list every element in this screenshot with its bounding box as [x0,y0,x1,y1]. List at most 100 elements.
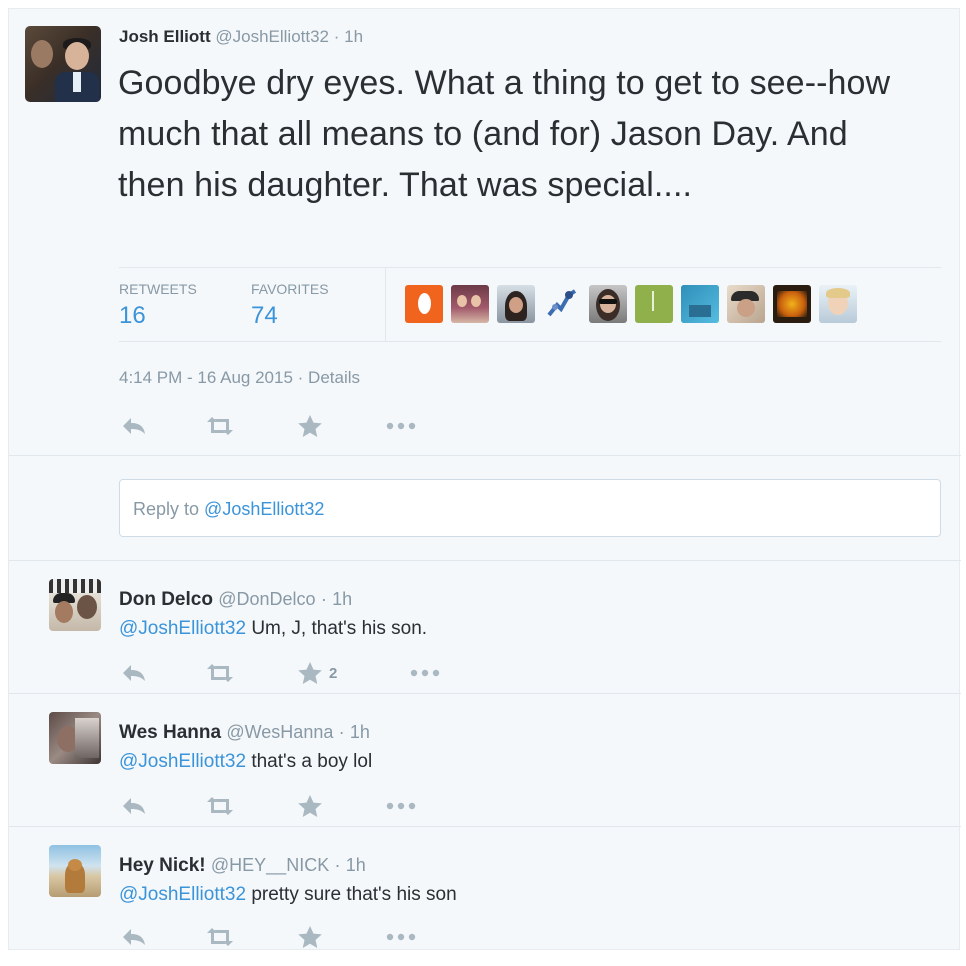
details-link[interactable]: Details [308,368,360,387]
reply-button[interactable] [121,414,147,438]
favorite-button[interactable]: 2 [297,661,337,685]
favoriter-avatar[interactable] [543,285,581,323]
retweet-button[interactable] [203,925,237,949]
star-icon [297,794,323,818]
header-separator: · [334,855,341,875]
more-icon [385,421,417,431]
reply-body: that's a boy lol [251,751,373,772]
tweet-timestamp: 4:14 PM - 16 Aug 2015 · Details [119,368,360,388]
favoriter-avatar[interactable] [589,285,627,323]
header-separator: · [338,722,345,742]
stats-separator [385,267,386,341]
favoriter-avatar[interactable] [405,285,443,323]
retweets-label[interactable]: RETWEETS [119,281,197,297]
favorite-button[interactable] [297,414,323,438]
header-separator: · [320,589,327,609]
reply-header: Wes Hanna @WesHanna · 1h [119,722,370,744]
timestamp-separator: · [297,368,304,387]
reply-text: @JoshElliott32 that's a boy lol [119,751,372,773]
reply-tweet[interactable]: Hey Nick! @HEY__NICK · 1h @JoshElliott32… [9,827,961,951]
reply-tweet[interactable]: Don Delco @DonDelco · 1h @JoshElliott32 … [9,561,961,693]
favorite-button[interactable] [297,794,323,818]
favorite-count: 2 [329,664,338,682]
reply-actions [121,794,421,818]
tweet-time[interactable]: 1h [344,27,363,46]
retweets-count[interactable]: 16 [119,302,146,330]
reply-icon [121,416,147,436]
reply-author-handle[interactable]: @WesHanna [226,722,333,742]
reply-author-name[interactable]: Don Delco [119,589,213,610]
reply-body: pretty sure that's his son [251,884,457,905]
more-icon [385,801,417,811]
author-avatar[interactable] [25,26,101,102]
timestamp-text[interactable]: 4:14 PM - 16 Aug 2015 [119,368,293,387]
reply-avatar[interactable] [49,845,101,897]
star-icon [297,661,323,685]
reply-time[interactable]: 1h [346,855,366,875]
reply-input-mention: @JoshElliott32 [204,499,325,519]
more-icon [385,932,417,942]
reply-header: Hey Nick! @HEY__NICK · 1h [119,855,366,877]
reply-text: @JoshElliott32 Um, J, that's his son. [119,618,427,640]
more-button[interactable] [409,661,441,685]
more-button[interactable] [385,925,417,949]
author-handle[interactable]: @JoshElliott32 [215,27,329,46]
retweet-button[interactable] [203,794,237,818]
section-divider [9,455,961,456]
reply-icon [121,927,147,947]
star-icon [297,925,323,949]
reply-mention[interactable]: @JoshElliott32 [119,751,246,772]
tweet-thread-card: Josh Elliott @JoshElliott32 · 1h Goodbye… [8,8,961,951]
reply-body: Um, J, that's his son. [251,618,428,639]
more-button[interactable] [385,414,417,438]
tweet-actions [121,414,421,438]
favoriter-avatar[interactable] [635,285,673,323]
reply-input-placeholder: Reply to [133,499,205,519]
retweet-button[interactable] [203,661,237,685]
more-icon [409,668,441,678]
stats-top-divider [119,267,941,268]
favorites-label[interactable]: FAVORITES [251,281,329,297]
reply-mention[interactable]: @JoshElliott32 [119,618,246,639]
stats-bottom-divider [119,341,941,342]
favoriter-avatar[interactable] [773,285,811,323]
reply-icon [121,663,147,683]
reply-author-handle[interactable]: @HEY__NICK [211,855,329,875]
reply-button[interactable] [121,794,147,818]
reply-author-handle[interactable]: @DonDelco [218,589,315,609]
header-separator: · [333,27,340,46]
reply-icon [121,796,147,816]
author-name[interactable]: Josh Elliott [119,27,211,46]
reply-button[interactable] [121,925,147,949]
reply-button[interactable] [121,661,147,685]
favoriter-avatar[interactable] [681,285,719,323]
reply-avatar[interactable] [49,579,101,631]
reply-header: Don Delco @DonDelco · 1h [119,589,352,611]
favorites-count[interactable]: 74 [251,302,278,330]
more-button[interactable] [385,794,417,818]
reply-time[interactable]: 1h [332,589,352,609]
reply-input[interactable]: Reply to @JoshElliott32 [119,479,941,537]
favoriter-avatar[interactable] [727,285,765,323]
retweet-button[interactable] [203,414,237,438]
tweet-header: Josh Elliott @JoshElliott32 · 1h [119,27,363,47]
reply-avatar[interactable] [49,712,101,764]
reply-actions [121,925,421,949]
favoriter-avatar[interactable] [819,285,857,323]
favoriter-avatar[interactable] [451,285,489,323]
reply-tweet[interactable]: Wes Hanna @WesHanna · 1h @JoshElliott32 … [9,694,961,826]
retweet-icon [203,796,237,816]
reply-time[interactable]: 1h [350,722,370,742]
favorite-button[interactable] [297,925,323,949]
reply-text: @JoshElliott32 pretty sure that's his so… [119,884,457,906]
reply-author-name[interactable]: Wes Hanna [119,722,221,743]
reply-mention[interactable]: @JoshElliott32 [119,884,246,905]
favoriter-avatar[interactable] [497,285,535,323]
retweet-icon [203,663,237,683]
retweet-icon [203,927,237,947]
star-icon [297,414,323,438]
reply-actions: 2 [121,661,451,685]
tweet-text: Goodbye dry eyes. What a thing to get to… [118,64,891,204]
retweet-icon [203,416,237,436]
reply-author-name[interactable]: Hey Nick! [119,855,206,876]
